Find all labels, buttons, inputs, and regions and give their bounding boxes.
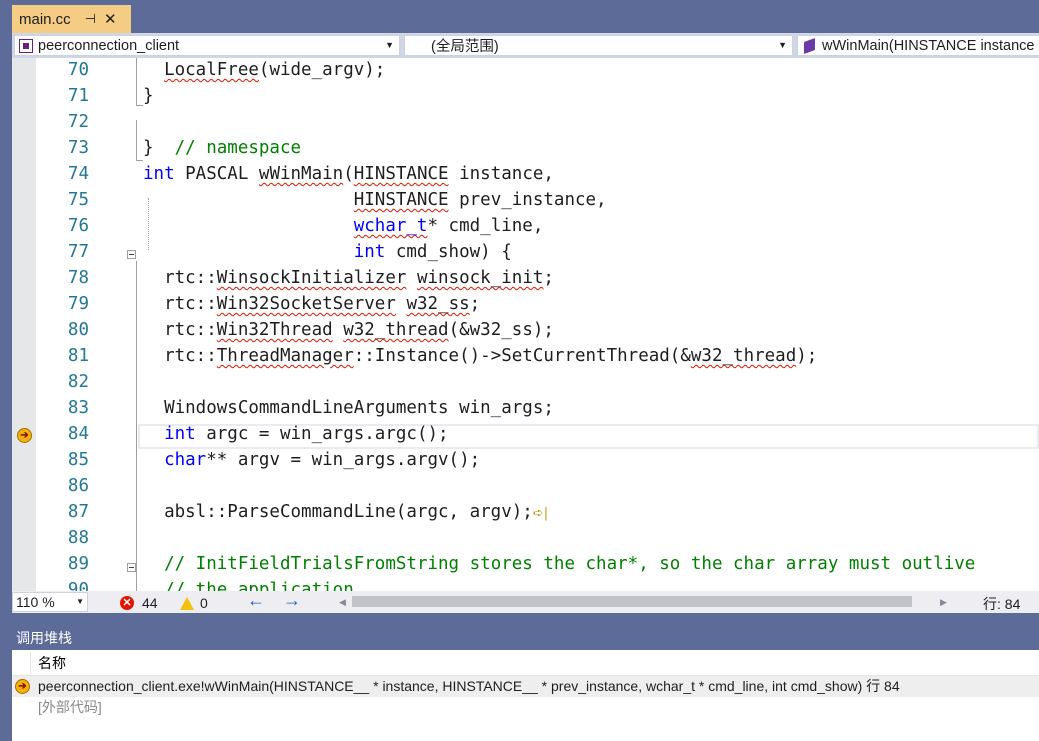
horizontal-scrollbar-thumb[interactable]: [352, 596, 912, 607]
line-number: 72: [67, 112, 89, 132]
outline-bracket: [136, 58, 143, 106]
code-line: rtc::WinsockInitializer winsock_init;: [143, 268, 554, 288]
frame-text: [外部代码]: [38, 699, 102, 715]
code-line: rtc::ThreadManager::Instance()->SetCurre…: [143, 346, 818, 366]
line-number: 71: [67, 86, 89, 106]
line-number: 83: [67, 398, 89, 418]
code-line: } // namespace: [143, 138, 302, 158]
code-line: int cmd_show) {: [353, 242, 512, 262]
chevron-down-icon: ▼: [778, 40, 787, 50]
scroll-left-icon[interactable]: ◀: [339, 597, 346, 608]
line-number: 86: [67, 476, 89, 496]
back-arrow-icon[interactable]: ←: [247, 590, 265, 611]
scroll-right-icon[interactable]: ▶: [940, 597, 947, 608]
call-stack-row[interactable]: [外部代码]: [12, 697, 1039, 718]
navigation-bar: peerconnection_client ▼ (全局范围) ▼ wWinMai…: [12, 33, 1039, 58]
editor-status-strip: 110 % ▼ ✕ 44 0 ← → ◀ ▶ 行: 84: [12, 590, 1039, 613]
outline-bracket: [136, 120, 143, 161]
line-number: 88: [67, 528, 89, 548]
forward-arrow-icon[interactable]: →: [283, 590, 301, 611]
code-line: // InitFieldTrialsFromString stores the …: [164, 554, 976, 574]
chevron-down-icon: ▼: [76, 597, 84, 606]
call-stack-header: 名称: [12, 650, 1039, 676]
line-number: 80: [67, 320, 89, 340]
code-line: absl::ParseCommandLine(argc, argv);➪|: [143, 502, 549, 522]
code-line: }: [143, 86, 154, 106]
outline-bracket: [136, 261, 143, 591]
code-line: int argc = win_args.argc();: [164, 424, 449, 444]
scope-dropdown[interactable]: (全局范围) ▼: [404, 35, 793, 56]
line-number: 82: [67, 372, 89, 392]
line-number: 84: [67, 424, 89, 444]
code-line: HINSTANCE prev_instance,: [353, 190, 607, 210]
code-line: LocalFree(wide_argv);: [164, 60, 386, 80]
warning-count-value: 0: [200, 595, 208, 611]
tab-title: main.cc: [19, 10, 71, 28]
document-tab-strip: main.cc ⊣ ✕: [0, 0, 1039, 33]
warning-icon: [180, 596, 194, 610]
chevron-down-icon: ▼: [385, 40, 394, 50]
cube-icon: [804, 37, 815, 54]
error-count-value: 44: [142, 595, 158, 611]
column-separator: [30, 652, 31, 674]
line-number: 73: [67, 138, 89, 158]
column-header-name[interactable]: 名称: [38, 650, 66, 676]
line-number: 76: [67, 216, 89, 236]
error-count[interactable]: ✕ 44: [120, 595, 158, 611]
line-number: 78: [67, 268, 89, 288]
warning-count[interactable]: 0: [180, 595, 208, 611]
function-name: wWinMain(HINSTANCE instance: [822, 37, 1035, 54]
line-number: 85: [67, 450, 89, 470]
pin-icon[interactable]: ⊣: [85, 11, 96, 27]
error-icon: ✕: [120, 596, 134, 610]
line-number: 77: [67, 242, 89, 262]
project-dropdown[interactable]: peerconnection_client ▼: [14, 35, 400, 56]
call-stack-row-current[interactable]: ➔ peerconnection_client.exe!wWinMain(HIN…: [12, 676, 1039, 697]
code-line: wchar_t* cmd_line,: [353, 216, 544, 236]
line-number: 87: [67, 502, 89, 522]
collapse-toggle[interactable]: [127, 563, 136, 572]
step-hint-icon[interactable]: ➪|: [533, 506, 548, 521]
code-line: WindowsCommandLineArguments win_args;: [143, 398, 554, 418]
current-statement-arrow-icon: ➔: [15, 679, 30, 694]
project-name: peerconnection_client: [38, 37, 180, 54]
line-indicator: 行: 84: [983, 596, 1021, 612]
indicator-margin[interactable]: [12, 58, 36, 591]
close-icon[interactable]: ✕: [104, 10, 117, 28]
call-stack-panel: 名称 ➔ peerconnection_client.exe!wWinMain(…: [12, 650, 1039, 741]
project-icon: [19, 38, 33, 53]
code-line: int PASCAL wWinMain(HINSTANCE instance,: [143, 164, 554, 184]
code-line: rtc::Win32Thread w32_thread(&w32_ss);: [143, 320, 554, 340]
line-number: 74: [67, 164, 89, 184]
line-number: 79: [67, 294, 89, 314]
code-line: rtc::Win32SocketServer w32_ss;: [143, 294, 481, 314]
line-number: 75: [67, 190, 89, 210]
tab-main-cc[interactable]: main.cc ⊣ ✕: [12, 5, 131, 33]
collapse-toggle[interactable]: [127, 250, 136, 259]
window-left-border: [0, 0, 12, 741]
code-line: char** argv = win_args.argv();: [164, 450, 481, 470]
line-number: 90: [67, 580, 89, 591]
scope-name: (全局范围): [431, 39, 499, 55]
line-number: 70: [67, 60, 89, 80]
call-stack-title[interactable]: 调用堆栈: [12, 626, 1039, 650]
zoom-level: 110 %: [16, 594, 55, 610]
zoom-dropdown[interactable]: 110 % ▼: [12, 592, 88, 612]
line-number: 81: [67, 346, 89, 366]
line-number: 89: [67, 554, 89, 574]
current-statement-arrow-icon[interactable]: ➔: [17, 428, 32, 443]
code-editor[interactable]: ➔ LocalFree(wide_argv); } } // namespace…: [12, 58, 1039, 591]
function-dropdown[interactable]: wWinMain(HINSTANCE instance: [797, 35, 1039, 56]
frame-text: peerconnection_client.exe!wWinMain(HINST…: [38, 678, 900, 694]
